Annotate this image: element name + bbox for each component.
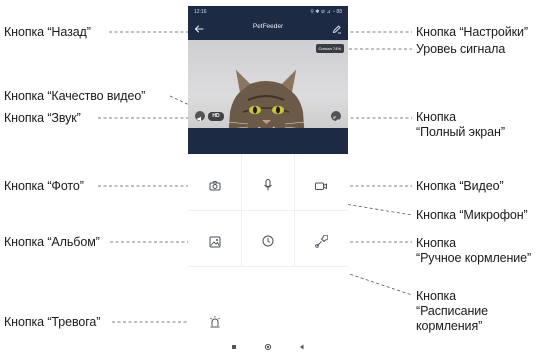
sound-button[interactable] — [195, 111, 205, 122]
label-schedule-line3: кормления” — [416, 319, 483, 333]
nav-back-icon[interactable] — [298, 343, 306, 351]
camera-icon[interactable] — [208, 179, 222, 193]
label-video-quality-button: Кнопка “Качество видео” — [4, 89, 146, 103]
label-fullscreen-button-line1: Кнопка — [416, 110, 457, 124]
fullscreen-button[interactable] — [331, 111, 341, 122]
label-sound-button: Кнопка “Звук” — [4, 111, 81, 125]
android-nav-bar — [188, 340, 348, 354]
label-settings-button: Кнопка “Настройки” — [416, 25, 528, 39]
video-stream: Сигнал 74% HD — [188, 40, 348, 140]
label-photo-button: Кнопка “Фото” — [4, 179, 84, 193]
clock-icon[interactable] — [261, 234, 275, 248]
label-schedule-line2: “Расписание — [416, 304, 488, 318]
label-fullscreen-button-line2: “Полный экран” — [416, 125, 505, 139]
label-album-button: Кнопка “Альбом” — [4, 235, 100, 249]
annotated-screenshot: Кнопка “Назад” Кнопка “Качество видео” К… — [0, 0, 553, 354]
mic-icon[interactable] — [261, 178, 275, 192]
status-icons: ⚲ ✱ ⊘ ⊿ ◔ 88 — [310, 9, 342, 15]
cat-image — [227, 70, 306, 140]
phone-screen: 12:16 ⚲ ✱ ⊘ ⊿ ◔ 88 PetFeeder Сигнал 74% … — [188, 6, 348, 354]
controls-grid — [188, 154, 348, 334]
expand-icon — [333, 116, 339, 122]
home-icon[interactable] — [264, 343, 272, 351]
signal-level-badge: Сигнал 74% — [315, 44, 344, 53]
label-microphone-button: Кнопка “Микрофон” — [416, 208, 528, 222]
grid-divider — [188, 266, 348, 267]
app-bar: PetFeeder — [188, 18, 348, 40]
video-camera-icon[interactable] — [314, 179, 328, 193]
label-manual-feed-line2: “Ручное кормление” — [416, 251, 532, 265]
image-icon[interactable] — [208, 235, 222, 249]
app-title: PetFeeder — [252, 23, 284, 30]
alarm-light-icon[interactable] — [208, 315, 222, 329]
recent-apps-icon[interactable] — [230, 343, 238, 351]
label-manual-feed-line1: Кнопка — [416, 236, 457, 250]
label-signal-level: Уровеь сигнала — [416, 42, 506, 56]
status-time: 12:16 — [194, 9, 207, 15]
label-video-button: Кнопка “Видео” — [416, 179, 504, 193]
speaker-icon — [197, 116, 201, 122]
wrench-icon[interactable] — [314, 235, 328, 249]
label-back-button: Кнопка “Назад” — [4, 25, 91, 39]
video-quality-button[interactable]: HD — [208, 112, 224, 121]
pencil-icon[interactable] — [331, 23, 343, 35]
label-alarm-button: Кнопка “Тревога” — [4, 315, 101, 329]
status-bar: 12:16 ⚲ ✱ ⊘ ⊿ ◔ 88 — [188, 6, 348, 18]
video-bottom-bar — [188, 128, 348, 154]
label-schedule-line1: Кнопка — [416, 289, 457, 303]
grid-divider — [188, 210, 348, 211]
